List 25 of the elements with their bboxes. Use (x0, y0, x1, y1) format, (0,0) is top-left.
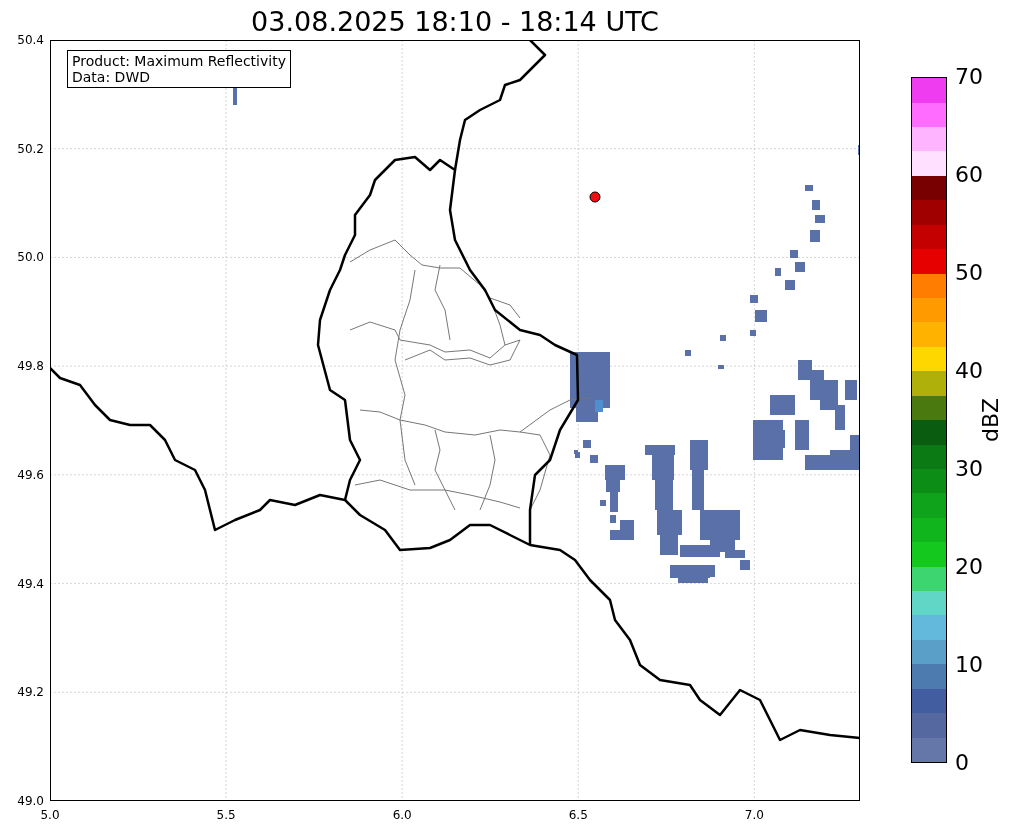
y-tick-label: 50.4 (17, 33, 44, 47)
y-tick-label: 49.2 (17, 685, 44, 700)
colorbar-tick-label: 40 (955, 359, 983, 383)
colorbar-tick-label: 50 (955, 261, 983, 285)
y-tick-label: 49.6 (17, 467, 44, 482)
colorbar-tick-label: 0 (955, 751, 969, 775)
x-tick-label: 6.5 (568, 808, 588, 822)
y-tick-label: 49.0 (17, 794, 44, 808)
info-text: Product: Maximum Reflectivity (72, 53, 286, 69)
colorbar-tick-label: 10 (955, 653, 983, 677)
y-tick-label: 49.8 (17, 359, 44, 374)
y-tick-label: 50.0 (17, 250, 44, 265)
x-tick-label: 6.0 (392, 808, 412, 822)
colorbar-tick-label: 70 (955, 65, 983, 89)
x-tick-label: 5.0 (40, 808, 60, 822)
colorbar-tick-label: 30 (955, 457, 983, 481)
x-tick-label: 5.5 (216, 808, 236, 822)
x-tick-label: 7.0 (744, 808, 764, 822)
info-text: Data: DWD (72, 69, 151, 85)
colorbar-label: dBZ (977, 397, 1003, 443)
colorbar-tick-label: 20 (955, 555, 983, 579)
chart-title: 03.08.2025 18:10 - 18:14 UTC (251, 6, 659, 39)
colorbar-tick-label: 60 (955, 163, 983, 187)
y-tick-label: 49.4 (17, 576, 44, 591)
y-tick-label: 50.2 (17, 141, 44, 156)
